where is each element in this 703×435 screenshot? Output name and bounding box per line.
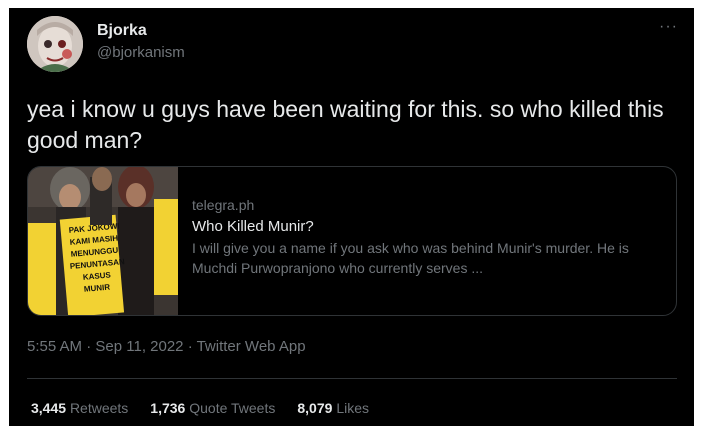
link-card-description: I will give you a name if you ask who wa… <box>192 240 629 276</box>
link-card[interactable]: PAK JOKOWI KAMI MASIH MENUNGGU PENUNTASA… <box>27 166 677 316</box>
more-options-icon[interactable]: ··· <box>659 18 678 36</box>
link-card-image: PAK JOKOWI KAMI MASIH MENUNGGU PENUNTASA… <box>28 167 178 315</box>
likes-label: Likes <box>336 400 369 416</box>
tweet-time[interactable]: 5:55 AM <box>27 338 82 355</box>
link-card-body: telegra.ph Who Killed Munir? I will give… <box>192 197 662 278</box>
meta-separator: · <box>82 338 96 355</box>
tweet: Bjorka @bjorkanism ··· yea i know u guys… <box>9 8 694 426</box>
avatar-image-icon <box>27 16 83 72</box>
link-card-domain: telegra.ph <box>192 197 255 213</box>
author-name[interactable]: Bjorka <box>97 22 147 40</box>
avatar[interactable] <box>27 16 83 72</box>
likes-count: 8,079 <box>297 400 333 416</box>
retweets-label: Retweets <box>69 400 129 416</box>
tweet-source[interactable]: Twitter Web App <box>197 338 306 355</box>
retweets-stat[interactable]: 3,445 Retweets <box>31 400 128 416</box>
link-card-title: Who Killed Munir? <box>192 218 314 235</box>
retweets-count: 3,445 <box>31 400 67 416</box>
meta-separator: · <box>183 338 197 355</box>
tweet-stats: 3,445 Retweets 1,736 Quote Tweets 8,079 … <box>31 400 369 416</box>
divider <box>27 378 677 379</box>
protest-photo-icon: PAK JOKOWI KAMI MASIH MENUNGGU PENUNTASA… <box>28 167 178 315</box>
quote-tweets-stat[interactable]: 1,736 Quote Tweets <box>150 400 275 416</box>
author-handle[interactable]: @bjorkanism <box>97 44 185 61</box>
quote-tweets-label: Quote Tweets <box>189 400 276 416</box>
tweet-meta: 5:55 AM · Sep 11, 2022 · Twitter Web App <box>27 338 306 355</box>
tweet-date[interactable]: Sep 11, 2022 <box>95 338 183 355</box>
quote-tweets-count: 1,736 <box>150 400 186 416</box>
likes-stat[interactable]: 8,079 Likes <box>297 400 369 416</box>
tweet-text: yea i know u guys have been waiting for … <box>27 96 664 153</box>
